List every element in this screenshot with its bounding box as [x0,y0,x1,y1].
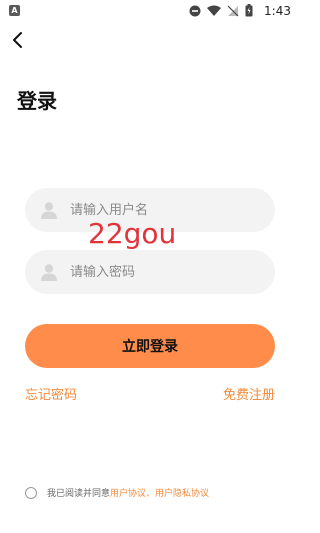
forgot-password-link[interactable]: 忘记密码 [25,384,77,403]
user-agreement-link[interactable]: 用户协议 [110,486,146,499]
agreement-radio[interactable] [25,486,37,499]
status-time: 1:43 [264,4,291,18]
app-notification-icon: A [9,5,20,16]
back-arrow-icon[interactable] [10,29,26,51]
register-link[interactable]: 免费注册 [223,384,275,403]
watermark-text: 22gou [88,217,177,250]
no-signal-icon [227,5,239,16]
do-not-disturb-icon [189,5,201,16]
status-icons [189,4,253,17]
privacy-agreement-link[interactable]: 用户隐私协议 [155,486,209,499]
agreement-separator: 、 [146,489,156,499]
agreement-row: 我已阅读并同意 用户协议 、 用户隐私协议 [25,486,209,499]
password-input[interactable] [70,250,260,294]
user-icon [41,202,57,219]
battery-icon [245,4,253,17]
wifi-icon [207,5,221,16]
login-button[interactable]: 立即登录 [25,324,275,368]
status-bar: A 1:43 [0,0,300,22]
user-icon [41,264,57,281]
password-field[interactable] [25,250,275,294]
agreement-prefix: 我已阅读并同意 [47,489,111,499]
page-title: 登录 [17,89,57,113]
